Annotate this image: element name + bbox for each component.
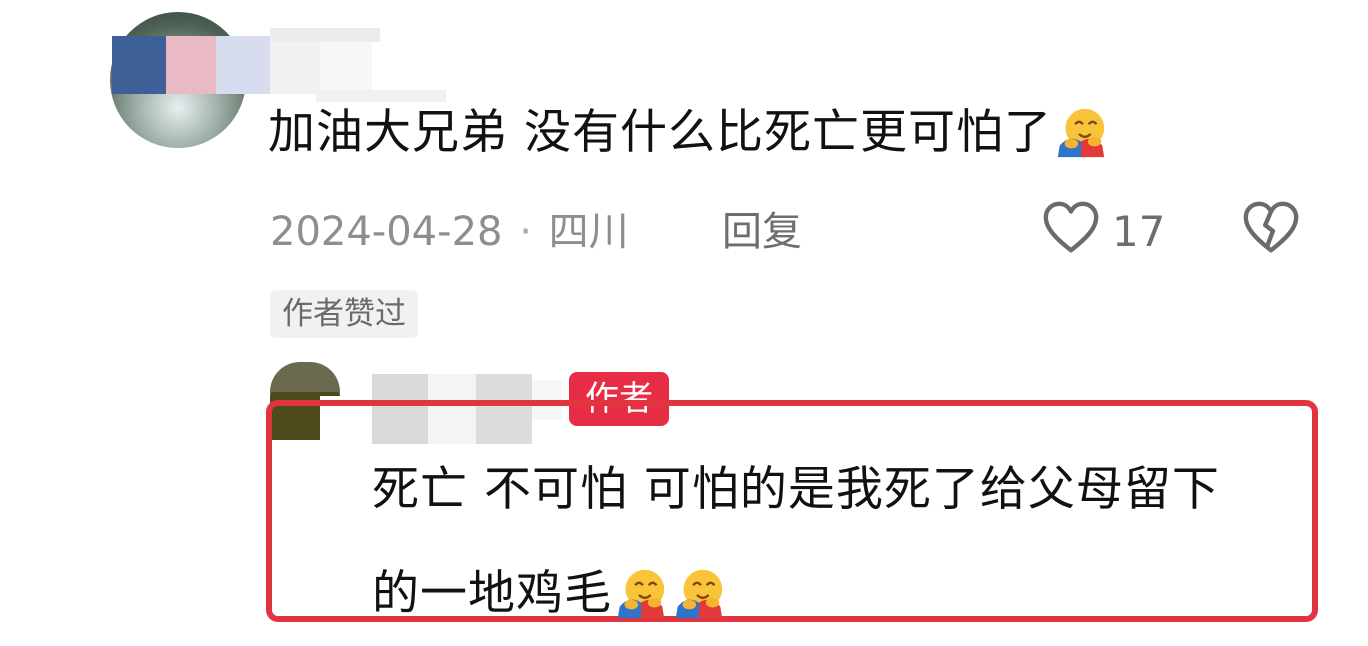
meta-separator: ·	[519, 209, 532, 255]
comment-meta: 2024-04-28 · 四川	[270, 200, 629, 264]
reply-text-line-2-body: 的一地鸡毛	[372, 566, 612, 621]
reply-button[interactable]: 回复	[722, 200, 802, 264]
broken-heart-icon[interactable]	[1240, 198, 1302, 260]
username-mosaic	[270, 36, 320, 94]
comment-text: 加油大兄弟 没有什么比死亡更可怕了	[268, 96, 1110, 170]
username-mosaic	[270, 28, 380, 42]
hugging-face-emoji-icon	[617, 569, 665, 618]
avatar-mosaic	[166, 36, 216, 94]
reply-text-line-1: 死亡 不可怕 可怕的是我死了给父母留下	[372, 462, 1220, 517]
reply-text-line-2: 的一地鸡毛	[372, 542, 1302, 646]
avatar-mosaic	[112, 36, 166, 94]
comment-location: 四川	[548, 209, 629, 255]
author-liked-badge: 作者赞过	[270, 290, 418, 338]
username-mosaic	[216, 36, 270, 94]
hugging-face-emoji-icon	[1057, 108, 1105, 157]
reply-text: 死亡 不可怕 可怕的是我死了给父母留下 的一地鸡毛	[372, 438, 1302, 646]
avatar-mosaic	[270, 362, 340, 392]
comment-date: 2024-04-28	[270, 209, 503, 255]
username-mosaic	[320, 36, 372, 94]
heart-outline-icon[interactable]	[1040, 198, 1102, 260]
hugging-face-emoji-icon	[675, 569, 723, 618]
like-count: 17	[1112, 207, 1166, 256]
comment-body: 加油大兄弟 没有什么比死亡更可怕了	[268, 105, 1052, 160]
